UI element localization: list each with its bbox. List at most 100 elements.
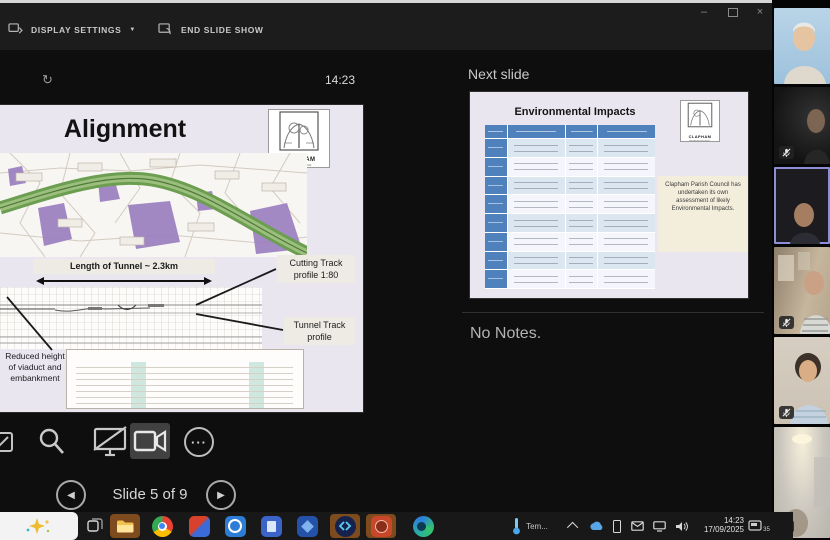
pen-icon (0, 427, 16, 457)
notes-divider (462, 312, 764, 313)
taskbar-time: 14:23 (692, 516, 744, 525)
participant-video-tile[interactable] (774, 87, 830, 164)
participant-avatar (774, 167, 830, 244)
end-slide-show-button[interactable]: END SLIDE SHOW (158, 23, 264, 36)
taskbar-date: 17/09/2025 (692, 525, 744, 534)
speaker-icon (675, 521, 688, 532)
outlook-button[interactable] (222, 514, 248, 538)
phone-link-tray-icon[interactable] (610, 514, 624, 538)
next-slide-title: Environmental Impacts (490, 106, 660, 118)
reduced-height-label: Reduced height of viaduct and embankment (2, 351, 68, 384)
mic-muted-icon (779, 406, 794, 419)
participant-video-tile[interactable] (774, 247, 830, 334)
impacts-table-row (485, 139, 655, 158)
monitor-icon (653, 521, 666, 532)
display-settings-icon (8, 23, 23, 36)
slide-counter: Slide 5 of 9 (100, 486, 200, 503)
display-settings-button[interactable]: DISPLAY SETTINGS ▼ (8, 23, 136, 36)
file-explorer-icon (116, 519, 134, 534)
screen: DISPLAY SETTINGS ▼ END SLIDE SHOW – × ↻ … (0, 0, 830, 540)
participant-video-tile[interactable] (774, 337, 830, 424)
clapham-logo-small-icon (682, 101, 718, 129)
cloud-icon (589, 521, 604, 531)
more-icon: ··· (191, 435, 207, 450)
participant-video-tile-active-speaker[interactable] (774, 167, 830, 244)
tunnel-track-label: Tunnel Track profile (284, 317, 355, 345)
teams-button[interactable] (330, 514, 360, 538)
onedrive-tray-icon[interactable] (586, 514, 606, 538)
close-button[interactable]: × (753, 7, 767, 19)
phone-icon (613, 520, 621, 533)
notification-badge: 35 (763, 527, 770, 533)
previous-slide-button[interactable]: ◀ (56, 480, 86, 510)
photos-button[interactable] (294, 514, 320, 538)
black-screen-button[interactable] (90, 425, 130, 459)
participant-video-tile[interactable] (774, 8, 830, 84)
impacts-table-row (485, 252, 655, 271)
photos-icon (297, 516, 318, 537)
clapham-logo-icon (270, 110, 328, 152)
restore-button[interactable] (726, 6, 740, 18)
impacts-table-row (485, 158, 655, 177)
next-slide-header: Next slide (468, 66, 529, 82)
impacts-table-row (485, 195, 655, 214)
mic-muted-icon (779, 146, 794, 159)
participant-avatar (774, 8, 830, 84)
display-tray-icon[interactable] (650, 514, 668, 538)
zoom-slide-button[interactable] (36, 425, 66, 459)
weather-widget[interactable]: Tem... (505, 514, 555, 538)
next-slide-note: Clapham Parish Council has undertaken it… (658, 176, 748, 252)
edge-button[interactable] (410, 514, 436, 538)
cutting-track-label: Cutting Track profile 1:80 (277, 255, 355, 283)
end-slide-show-icon (158, 23, 173, 36)
track-profile-drawing (0, 287, 262, 349)
edge-icon (413, 516, 434, 537)
next-slide-button[interactable]: ▶ (206, 480, 236, 510)
tray-expand-button[interactable] (566, 514, 582, 538)
weather-label: Tem... (526, 522, 548, 531)
chrome-icon (152, 516, 173, 537)
office-app-button[interactable] (186, 514, 212, 538)
video-call-strip (772, 0, 830, 540)
alignment-map-image (0, 153, 307, 257)
tunnel-length-label: Length of Tunnel ~ 2.3km (33, 259, 215, 274)
mic-muted-icon (779, 316, 794, 329)
screen-slash-icon (91, 426, 129, 458)
chrome-button[interactable] (150, 514, 174, 538)
blue-app-button[interactable] (258, 514, 284, 538)
next-arrow-icon: ▶ (217, 490, 225, 501)
pen-tools-button[interactable] (0, 426, 16, 458)
copilot-sparkle-icon (22, 516, 56, 536)
taskbar-search-button[interactable] (0, 512, 78, 540)
camera-toggle-button[interactable] (130, 423, 170, 459)
display-settings-label: DISPLAY SETTINGS (31, 25, 121, 35)
impacts-table-header-row (485, 125, 655, 139)
taskbar-clock[interactable]: 14:23 17/09/2025 (692, 516, 744, 534)
restore-icon (728, 8, 738, 17)
powerpoint-icon (371, 516, 392, 537)
minimize-button[interactable]: – (697, 7, 711, 19)
thermometer-icon (512, 517, 521, 535)
teams-icon (335, 516, 356, 537)
powerpoint-button[interactable] (366, 514, 396, 538)
impacts-table (485, 125, 655, 289)
tunnel-length-arrow (36, 276, 212, 286)
outlook-icon (225, 516, 246, 537)
task-view-button[interactable] (84, 514, 106, 538)
notification-center-button[interactable]: 35 (748, 514, 770, 538)
file-explorer-button[interactable] (110, 514, 140, 538)
current-time: 14:23 (325, 73, 355, 87)
prev-arrow-icon: ◀ (67, 490, 75, 501)
mail-tray-icon[interactable] (628, 514, 646, 538)
current-slide: Alignment CLAPHAM PARISH COUNCIL (0, 105, 363, 412)
camera-icon (133, 428, 167, 454)
notes-text: No Notes. (470, 325, 541, 343)
restart-timer-icon[interactable]: ↻ (42, 72, 53, 88)
impacts-table-row (485, 233, 655, 252)
more-options-button[interactable]: ··· (184, 427, 214, 457)
presenter-titlebar: DISPLAY SETTINGS ▼ END SLIDE SHOW – × (0, 3, 772, 50)
drawing-legend-table (66, 349, 304, 409)
magnifier-icon (37, 427, 65, 457)
envelope-icon (631, 521, 644, 531)
volume-tray-icon[interactable] (672, 514, 690, 538)
